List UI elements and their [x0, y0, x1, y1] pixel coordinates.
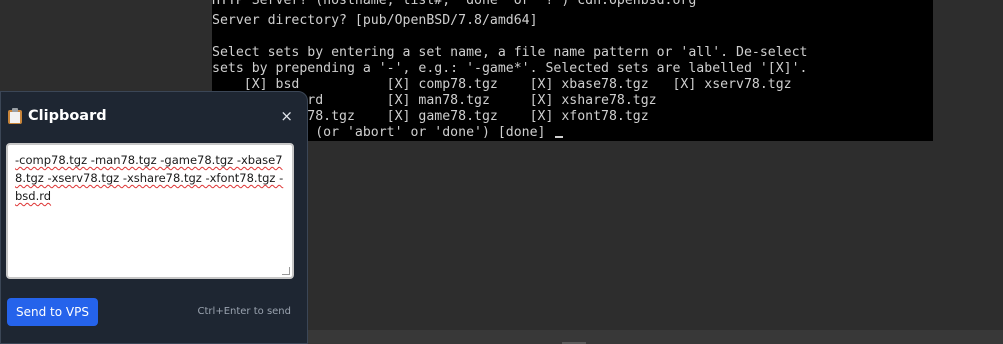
clipboard-panel: Clipboard × -comp78.tgz -man78.tgz -game… [0, 91, 308, 344]
clipboard-text: -comp78.tgz -man78.tgz -game78.tgz -xbas… [15, 153, 284, 203]
close-icon[interactable]: × [280, 109, 293, 124]
clipboard-textarea[interactable]: -comp78.tgz -man78.tgz -game78.tgz -xbas… [6, 143, 294, 279]
clipboard-title: Clipboard [28, 108, 107, 124]
send-shortcut-hint: Ctrl+Enter to send [197, 306, 291, 317]
clipboard-icon [8, 108, 22, 124]
terminal-line: HTTP Server? (hostname, list#, 'done' or… [212, 0, 697, 8]
terminal-line: Server directory? [pub/OpenBSD/7.8/amd64… [212, 13, 538, 28]
resize-handle-icon[interactable] [282, 267, 290, 275]
send-to-vps-button[interactable]: Send to VPS [7, 298, 98, 326]
terminal-console[interactable]: HTTP Server? (hostname, list#, 'done' or… [212, 0, 933, 141]
terminal-cursor [555, 136, 564, 138]
clipboard-header: Clipboard [8, 108, 107, 124]
terminal-line: sets by prepending a '-', e.g.: '-game*'… [212, 61, 808, 76]
terminal-line: Select sets by entering a set name, a fi… [212, 45, 808, 60]
